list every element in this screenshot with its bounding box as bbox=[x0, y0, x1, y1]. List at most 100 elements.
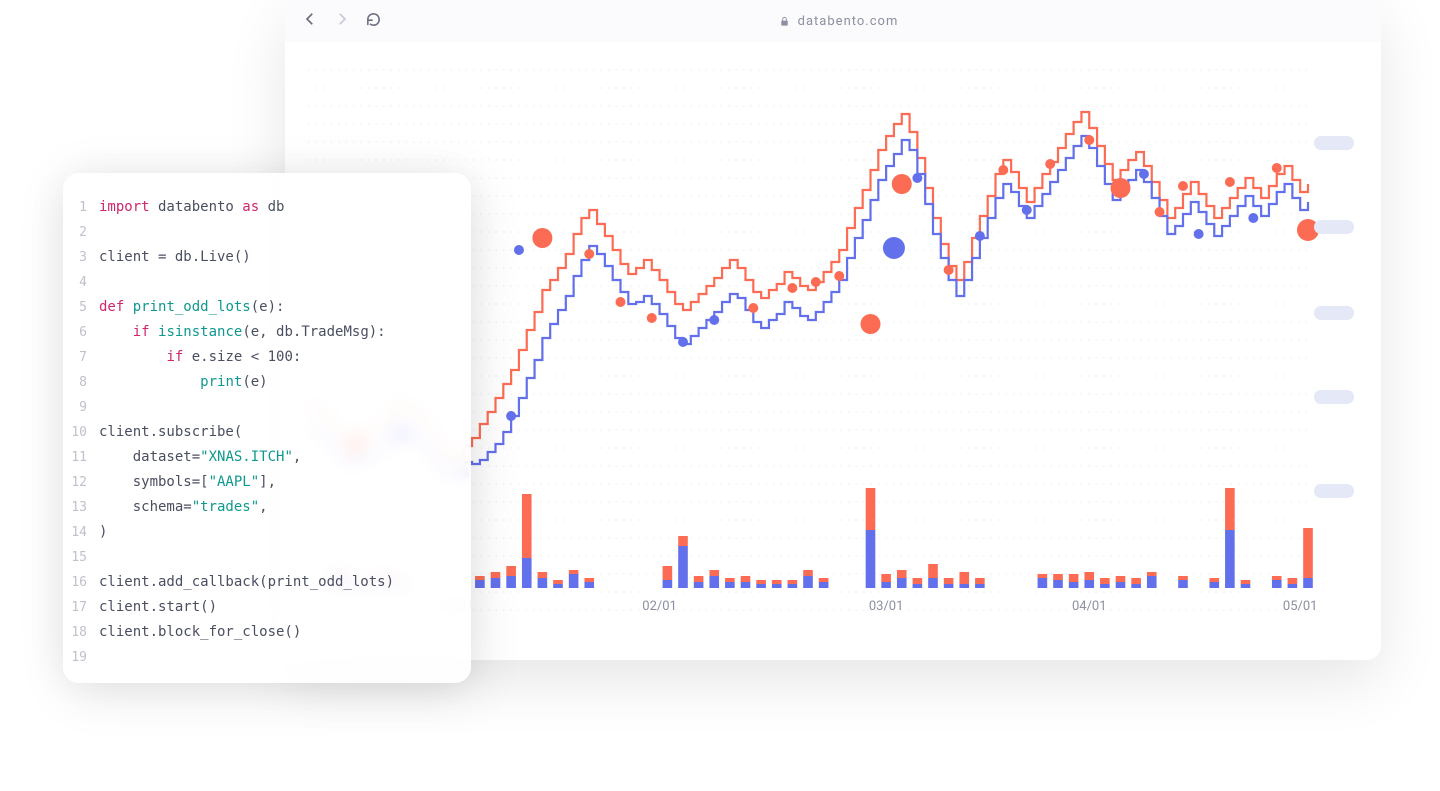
y-axis-pill bbox=[1314, 484, 1354, 498]
code-line: 13 schema="trades", bbox=[63, 495, 471, 520]
volume-bar-blue bbox=[1116, 582, 1126, 588]
volume-bar-blue bbox=[1147, 576, 1157, 588]
volume-bar-blue bbox=[1272, 580, 1282, 588]
x-tick-label: 03/01 bbox=[869, 599, 904, 614]
code-content: client.add_callback(print_odd_lots) bbox=[99, 570, 394, 595]
line-number: 4 bbox=[63, 270, 99, 295]
volume-bar-blue bbox=[475, 580, 485, 588]
volume-bar-blue bbox=[663, 580, 673, 588]
code-line: 19 bbox=[63, 645, 471, 670]
trade-dot-red bbox=[616, 297, 626, 307]
code-line: 1import databento as db bbox=[63, 195, 471, 220]
volume-bar-red bbox=[897, 570, 907, 578]
volume-bar-blue bbox=[741, 582, 751, 588]
code-content: dataset="XNAS.ITCH", bbox=[99, 445, 301, 470]
volume-bar-blue bbox=[928, 578, 938, 588]
volume-bar-blue bbox=[522, 558, 532, 588]
trade-dot-red bbox=[811, 277, 821, 287]
address-bar[interactable]: databento.com bbox=[779, 14, 899, 29]
line-number: 16 bbox=[63, 570, 99, 595]
volume-bar-blue bbox=[913, 584, 923, 588]
volume-bar-red bbox=[725, 578, 735, 582]
volume-bar-blue bbox=[1241, 584, 1251, 588]
trade-dot-blue bbox=[1248, 213, 1258, 223]
volume-bar-red bbox=[1272, 576, 1282, 580]
code-line: 6 if isinstance(e, db.TradeMsg): bbox=[63, 320, 471, 345]
code-content: import databento as db bbox=[99, 195, 284, 220]
browser-toolbar: databento.com bbox=[285, 0, 1381, 42]
trade-dot-red bbox=[861, 314, 881, 334]
trade-dot-blue bbox=[883, 237, 905, 259]
volume-bar-red bbox=[475, 576, 485, 580]
volume-bar-blue bbox=[694, 582, 704, 588]
volume-bar-red bbox=[913, 578, 923, 584]
line-number: 10 bbox=[63, 420, 99, 445]
volume-bar-blue bbox=[1225, 530, 1235, 588]
forward-button[interactable] bbox=[333, 10, 351, 32]
code-content: client.subscribe( bbox=[99, 420, 242, 445]
code-line: 14) bbox=[63, 520, 471, 545]
reload-button[interactable] bbox=[365, 11, 382, 32]
code-line: 15 bbox=[63, 545, 471, 570]
volume-bar-blue bbox=[1178, 580, 1188, 588]
volume-bar-red bbox=[741, 576, 751, 582]
trade-dot-blue bbox=[1139, 169, 1149, 179]
volume-bar-blue bbox=[584, 582, 594, 588]
line-number: 6 bbox=[63, 320, 99, 345]
line-number: 5 bbox=[63, 295, 99, 320]
code-content: print(e) bbox=[99, 370, 268, 395]
code-content: def print_odd_lots(e): bbox=[99, 295, 284, 320]
code-content: if isinstance(e, db.TradeMsg): bbox=[99, 320, 386, 345]
line-number: 1 bbox=[63, 195, 99, 220]
volume-bar-red bbox=[944, 578, 954, 584]
volume-bar-red bbox=[569, 570, 579, 574]
volume-bar-blue bbox=[1131, 584, 1141, 588]
x-tick-label: 02/01 bbox=[642, 599, 677, 614]
trade-dot-blue bbox=[912, 173, 922, 183]
volume-bar-blue bbox=[1303, 578, 1313, 588]
volume-bar-blue bbox=[538, 578, 548, 588]
volume-bar-red bbox=[1303, 528, 1313, 578]
volume-bar-red bbox=[928, 564, 938, 578]
volume-bar-red bbox=[1147, 572, 1157, 576]
trade-dot-red bbox=[892, 174, 912, 194]
y-axis-pill bbox=[1314, 390, 1354, 404]
code-line: 16client.add_callback(print_odd_lots) bbox=[63, 570, 471, 595]
volume-bar-red bbox=[1241, 580, 1251, 584]
volume-bar-blue bbox=[678, 546, 688, 588]
code-line: 17client.start() bbox=[63, 595, 471, 620]
trade-dot-red bbox=[1045, 159, 1055, 169]
trade-dot-red bbox=[584, 249, 594, 259]
trade-dot-red bbox=[834, 271, 844, 281]
trade-dot-red bbox=[1084, 135, 1094, 145]
volume-bar-red bbox=[881, 574, 891, 582]
volume-bar-red bbox=[1225, 488, 1235, 530]
volume-bar-red bbox=[1084, 572, 1094, 580]
code-editor-panel: 1import databento as db23client = db.Liv… bbox=[63, 173, 471, 683]
line-number: 8 bbox=[63, 370, 99, 395]
volume-bar-red bbox=[553, 580, 563, 584]
volume-bar-red bbox=[694, 576, 704, 582]
trade-dot-blue bbox=[514, 245, 524, 255]
line-number: 14 bbox=[63, 520, 99, 545]
volume-bar-red bbox=[1209, 578, 1219, 582]
volume-bar-red bbox=[959, 572, 969, 584]
volume-bar-blue bbox=[944, 584, 954, 588]
code-line: 7 if e.size < 100: bbox=[63, 345, 471, 370]
volume-bar-blue bbox=[819, 582, 829, 588]
code-content: if e.size < 100: bbox=[99, 345, 301, 370]
back-button[interactable] bbox=[301, 10, 319, 32]
trade-dot-blue bbox=[1022, 205, 1032, 215]
volume-bar-red bbox=[538, 572, 548, 578]
volume-bar-blue bbox=[866, 530, 876, 588]
volume-bar-red bbox=[491, 572, 501, 578]
volume-bar-blue bbox=[897, 578, 907, 588]
volume-bar-red bbox=[1038, 574, 1048, 578]
code-line: 8 print(e) bbox=[63, 370, 471, 395]
volume-bar-blue bbox=[709, 576, 719, 588]
volume-bar-blue bbox=[1288, 584, 1298, 588]
volume-bar-blue bbox=[975, 584, 985, 588]
volume-bar-red bbox=[819, 578, 829, 582]
url-text: databento.com bbox=[798, 14, 899, 29]
y-axis-pill bbox=[1314, 136, 1354, 150]
